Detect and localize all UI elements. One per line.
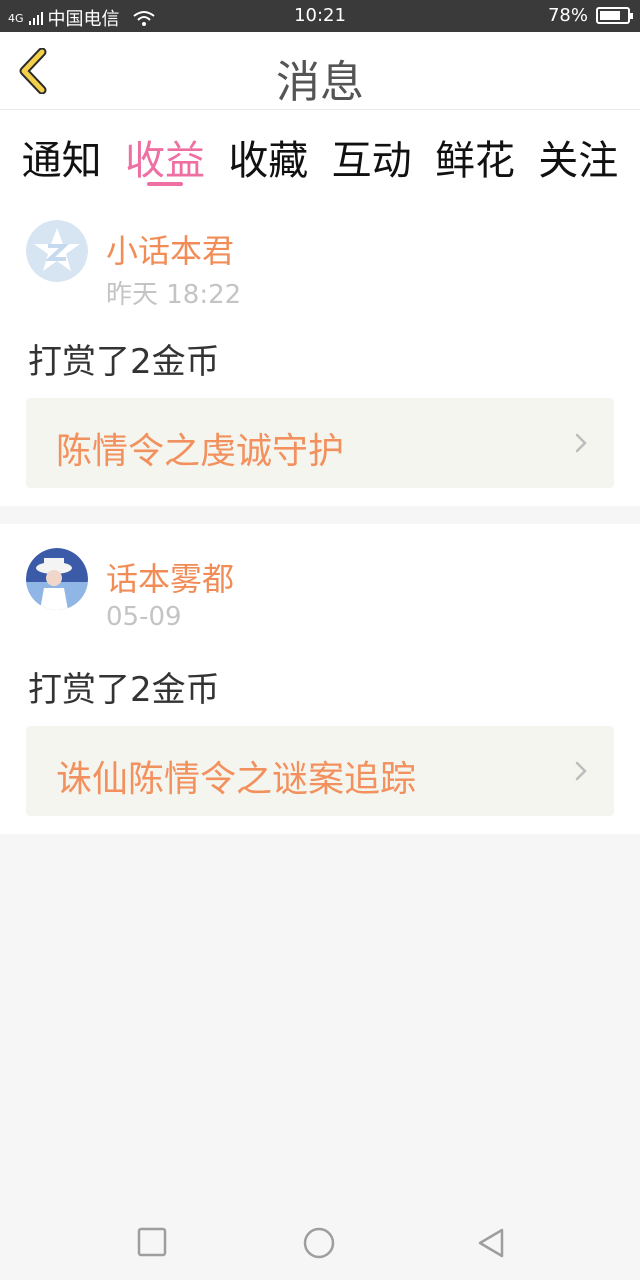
status-right: 78% xyxy=(547,5,633,26)
chevron-right-icon xyxy=(575,761,587,781)
tab-following[interactable]: 关注 xyxy=(538,110,618,196)
status-time: 10:21 xyxy=(294,5,346,26)
back-triangle-icon[interactable] xyxy=(474,1226,508,1260)
avatar[interactable] xyxy=(26,220,88,282)
battery-icon xyxy=(596,7,633,24)
message-item: 小话本君 昨天 18:22 打赏了2金币 陈情令之虔诚守护 xyxy=(0,196,640,506)
work-title: 诛仙陈情令之谜案追踪 xyxy=(56,759,417,800)
battery-level xyxy=(600,11,620,20)
user-photo-avatar xyxy=(26,548,88,610)
active-tab-indicator xyxy=(146,182,183,186)
message-action: 打赏了2金币 xyxy=(28,342,220,382)
tab-label: 收藏 xyxy=(228,138,309,184)
battery-text: 78% xyxy=(547,5,588,26)
chevron-right-icon xyxy=(575,433,587,453)
page-title: 消息 xyxy=(276,57,364,108)
app-root: 4G 中国电信 10:21 78% 消息 通知 收益 收藏 互动 鲜花 关注 小… xyxy=(0,0,640,1280)
tab-notifications[interactable]: 通知 xyxy=(22,110,102,196)
avatar[interactable] xyxy=(26,548,88,610)
tab-label: 收益 xyxy=(124,138,205,184)
message-item: 话本雾都 05-09 打赏了2金币 诛仙陈情令之谜案追踪 xyxy=(0,524,640,834)
work-title: 陈情令之虔诚守护 xyxy=(56,431,345,472)
system-nav-bar xyxy=(0,1200,640,1280)
work-link[interactable]: 陈情令之虔诚守护 xyxy=(26,398,614,488)
tab-label: 关注 xyxy=(538,138,619,184)
tab-interactions[interactable]: 互动 xyxy=(332,110,412,196)
work-link[interactable]: 诛仙陈情令之谜案追踪 xyxy=(26,726,614,816)
tab-flowers[interactable]: 鲜花 xyxy=(435,110,515,196)
status-bar: 4G 中国电信 10:21 78% xyxy=(0,0,640,32)
tab-label: 通知 xyxy=(21,138,102,184)
header: 消息 xyxy=(0,32,640,110)
tab-bar: 通知 收益 收藏 互动 鲜花 关注 xyxy=(0,110,640,196)
recent-apps-icon[interactable] xyxy=(136,1226,170,1260)
message-action: 打赏了2金币 xyxy=(28,670,220,710)
home-icon[interactable] xyxy=(302,1226,336,1260)
sender-name[interactable]: 话本雾都 xyxy=(106,554,234,600)
message-time: 昨天 18:22 xyxy=(106,280,242,310)
tab-label: 鲜花 xyxy=(434,138,515,184)
tab-favorites[interactable]: 收藏 xyxy=(228,110,308,196)
message-time: 05-09 xyxy=(106,602,182,632)
sender-name[interactable]: 小话本君 xyxy=(106,226,234,272)
tab-earnings[interactable]: 收益 xyxy=(125,110,205,196)
tab-label: 互动 xyxy=(331,138,412,184)
z-logo-avatar xyxy=(26,220,88,282)
